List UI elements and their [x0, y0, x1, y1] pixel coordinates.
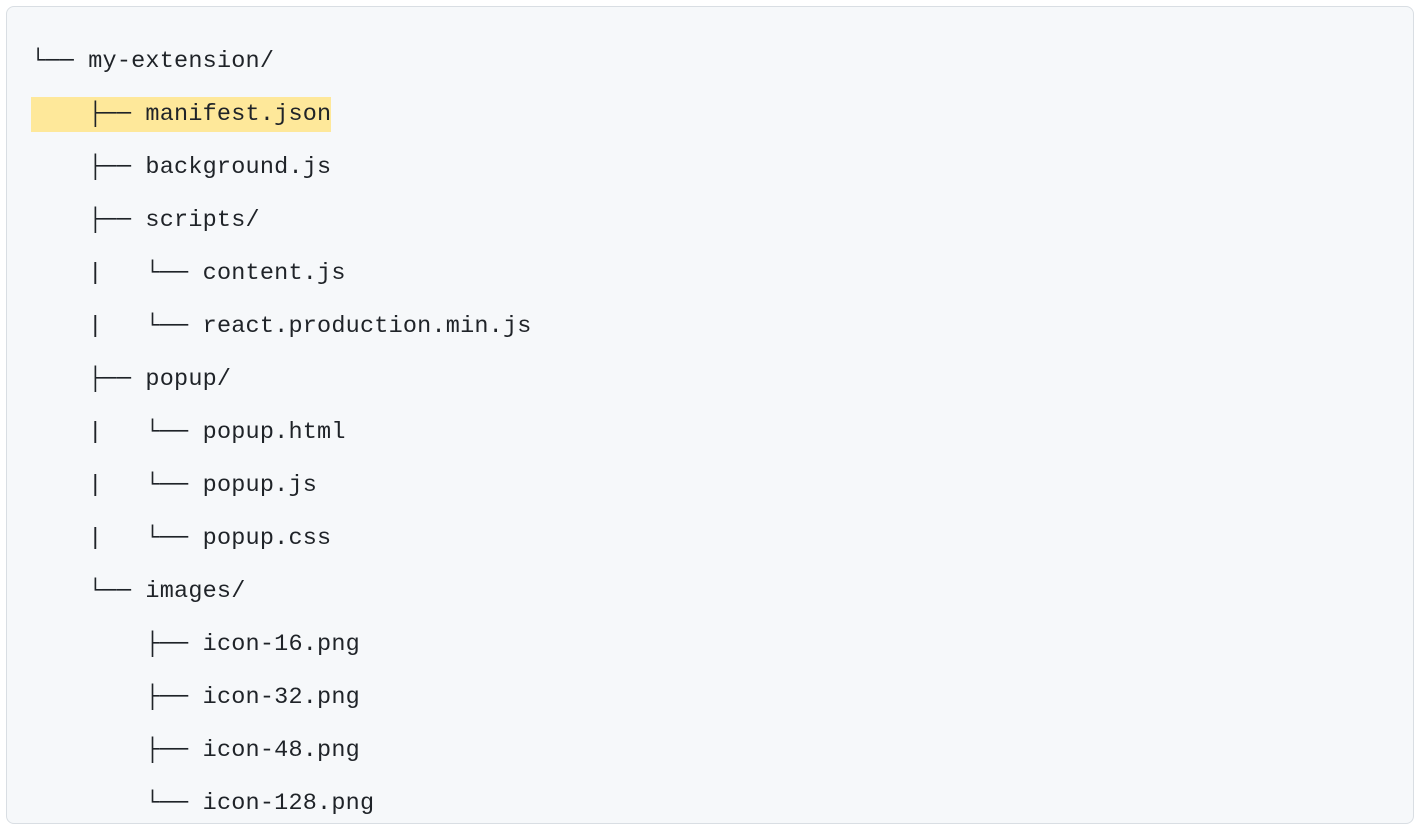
tree-prefix: └── — [31, 578, 145, 605]
tree-prefix: | └── — [31, 419, 203, 446]
tree-item-name: icon-16.png — [203, 631, 360, 658]
tree-line: | └── content.js — [31, 247, 1389, 300]
tree-prefix: └── — [31, 790, 203, 817]
tree-item-name: content.js — [203, 260, 346, 287]
tree-item-name: images/ — [145, 578, 245, 605]
tree-line: ├── background.js — [31, 141, 1389, 194]
tree-line: ├── icon-32.png — [31, 671, 1389, 724]
tree-line: | └── popup.html — [31, 406, 1389, 459]
tree-line: | └── popup.css — [31, 512, 1389, 565]
tree-prefix: | └── — [31, 525, 203, 552]
tree-line: ├── icon-48.png — [31, 724, 1389, 777]
tree-item-name: background.js — [145, 154, 331, 181]
tree-line: └── images/ — [31, 565, 1389, 618]
tree-line: ├── manifest.json — [31, 88, 1389, 141]
tree-prefix: ├── — [31, 154, 145, 181]
tree-prefix: ├── — [31, 737, 203, 764]
tree-item-name: my-extension/ — [88, 48, 274, 75]
tree-line: ├── icon-16.png — [31, 618, 1389, 671]
tree-prefix: ├── — [31, 207, 145, 234]
tree-prefix: | └── — [31, 260, 203, 287]
tree-prefix: ├── — [31, 631, 203, 658]
tree-prefix: | └── — [31, 472, 203, 499]
tree-prefix: | └── — [31, 313, 203, 340]
tree-item-name: icon-32.png — [203, 684, 360, 711]
highlighted-entry: ├── manifest.json — [31, 97, 331, 132]
tree-prefix: ├── — [31, 684, 203, 711]
code-block: └── my-extension/ ├── manifest.json ├── … — [6, 6, 1414, 824]
tree-item-name: popup/ — [145, 366, 231, 393]
tree-line: ├── scripts/ — [31, 194, 1389, 247]
directory-tree: └── my-extension/ ├── manifest.json ├── … — [31, 35, 1389, 824]
tree-item-name: popup.css — [203, 525, 332, 552]
tree-line: └── my-extension/ — [31, 35, 1389, 88]
tree-prefix: ├── — [31, 366, 145, 393]
tree-item-name: popup.html — [203, 419, 346, 446]
tree-item-name: scripts/ — [145, 207, 259, 234]
tree-line: └── icon-128.png — [31, 777, 1389, 824]
tree-item-name: icon-128.png — [203, 790, 375, 817]
tree-line: | └── popup.js — [31, 459, 1389, 512]
tree-line: | └── react.production.min.js — [31, 300, 1389, 353]
tree-item-name: icon-48.png — [203, 737, 360, 764]
tree-item-name: popup.js — [203, 472, 317, 499]
tree-line: ├── popup/ — [31, 353, 1389, 406]
tree-prefix: └── — [31, 48, 88, 75]
tree-item-name: react.production.min.js — [203, 313, 532, 340]
